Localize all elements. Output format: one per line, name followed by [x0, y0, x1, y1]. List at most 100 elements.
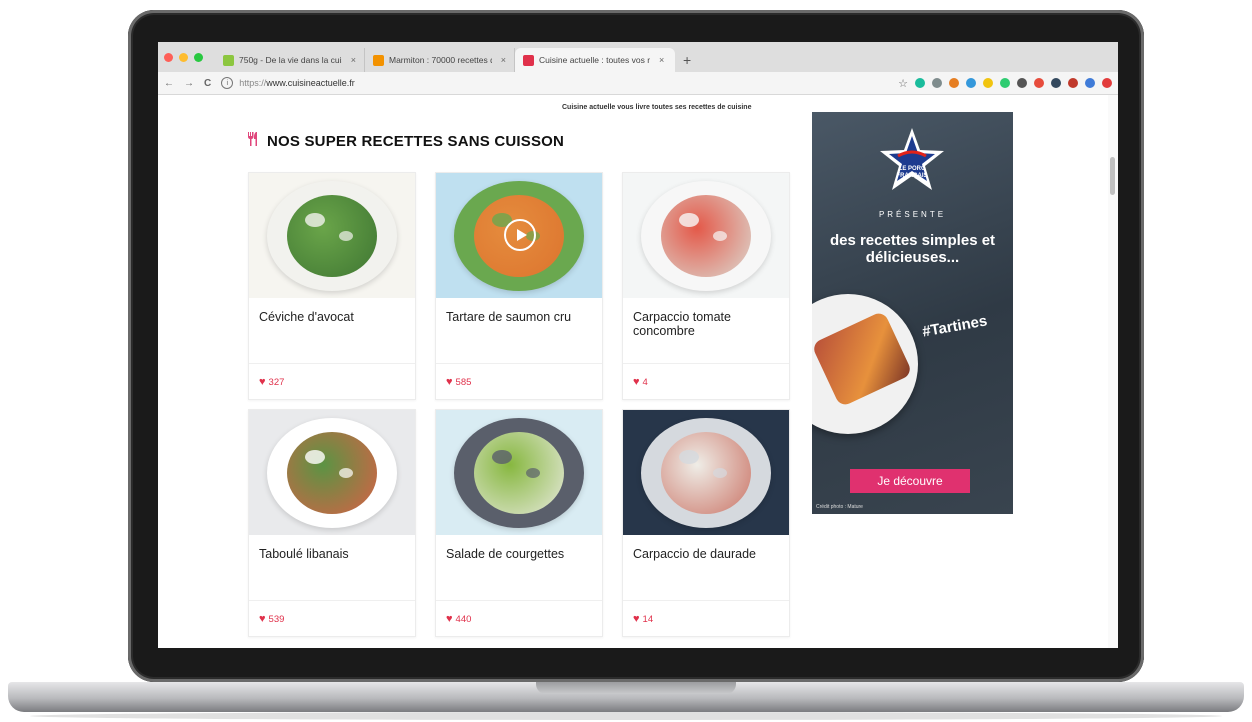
tab-title: Marmiton : 70000 recettes de — [389, 55, 492, 65]
extension-icon[interactable] — [915, 78, 925, 88]
minimize-window-icon[interactable] — [179, 52, 188, 62]
ad-banner[interactable]: LE PORC FRANÇAIS PRÉSENTE des recettes s… — [812, 112, 1013, 514]
recipe-photo[interactable] — [436, 173, 602, 298]
brand-name: LE PORC FRANÇAIS — [882, 166, 942, 180]
likes-count: 327 — [268, 376, 285, 388]
close-tab-icon[interactable]: × — [659, 55, 664, 65]
extension-icon[interactable] — [1068, 78, 1078, 88]
site-tagline: Cuisine actuelle vous livre toutes ses r… — [562, 104, 752, 111]
extension-icon[interactable] — [966, 78, 976, 88]
close-window-icon[interactable] — [164, 52, 173, 62]
card-divider — [436, 600, 602, 601]
window-controls — [164, 42, 203, 72]
tab-favicon-icon — [223, 54, 234, 66]
back-icon[interactable]: ← — [164, 78, 174, 89]
scrollbar-thumb[interactable] — [1110, 157, 1115, 195]
recipe-likes[interactable]: ♥ 539 — [259, 613, 284, 625]
heart-icon[interactable]: ♥ — [446, 613, 453, 625]
heart-icon[interactable]: ♥ — [259, 376, 266, 388]
heart-icon[interactable]: ♥ — [446, 376, 453, 388]
recipe-photo[interactable] — [249, 173, 415, 298]
ad-hashtag: #Tartines — [921, 312, 989, 341]
section-title-text: NOS SUPER RECETTES SANS CUISSON — [267, 132, 565, 150]
address-bar[interactable]: i https://www.cuisineactuelle.fr — [221, 77, 898, 89]
recipe-likes[interactable]: ♥ 440 — [446, 613, 471, 625]
tab-favicon-icon — [523, 54, 534, 66]
url-host: www.cuisineactuelle.fr — [266, 78, 355, 88]
recipe-card[interactable]: Taboulé libanais ♥ 539 — [248, 409, 416, 637]
le-porc-francais-logo — [880, 128, 944, 190]
recipe-card[interactable]: Carpaccio de daurade ♥ 14 — [622, 409, 790, 637]
tab-favicon-icon — [373, 54, 384, 66]
recipe-card[interactable]: Carpaccio tomate concombre ♥ 4 — [622, 172, 790, 400]
browser-tab[interactable]: 750g - De la vie dans la cuisin × — [215, 48, 365, 72]
extension-icon[interactable] — [1000, 78, 1010, 88]
address-toolbar: ← → C i https://www.cuisineactuelle.fr ☆ — [158, 72, 1118, 95]
tab-title: Cuisine actuelle : toutes vos r — [539, 55, 651, 65]
recipe-name[interactable]: Tartare de saumon cru — [446, 310, 592, 324]
recipe-name[interactable]: Salade de courgettes — [446, 547, 592, 561]
card-divider — [623, 363, 789, 364]
extension-icon[interactable] — [1102, 78, 1112, 88]
je-decouvre-button[interactable]: Je découvre — [850, 469, 970, 493]
laptop-shadow — [30, 712, 1222, 720]
new-tab-button[interactable]: + — [675, 48, 699, 72]
page-scrollbar[interactable] — [1108, 95, 1118, 648]
tab-title: 750g - De la vie dans la cuisin — [239, 55, 342, 65]
extension-icon[interactable] — [932, 78, 942, 88]
tab-bar: 750g - De la vie dans la cuisin × Marmiton… — [158, 42, 1118, 72]
extension-icon[interactable] — [1051, 78, 1061, 88]
extension-icon[interactable] — [983, 78, 993, 88]
ad-photo-credit: Crédit photo : Mature — [816, 504, 863, 510]
maximize-window-icon[interactable] — [194, 52, 203, 62]
forward-icon[interactable]: → — [184, 78, 194, 89]
recipe-photo[interactable] — [623, 173, 789, 298]
recipe-photo[interactable] — [436, 410, 602, 535]
ad-headline: des recettes simples et délicieuses... — [829, 232, 996, 266]
recipe-likes[interactable]: ♥ 327 — [259, 376, 284, 388]
recipe-card[interactable]: Céviche d'avocat ♥ 327 — [248, 172, 416, 400]
card-divider — [249, 600, 415, 601]
bookmark-star-icon[interactable]: ☆ — [898, 77, 908, 90]
url-protocol: https:// — [239, 78, 267, 88]
browser-tab[interactable]: Cuisine actuelle : toutes vos r × — [515, 48, 675, 72]
heart-icon[interactable]: ♥ — [633, 613, 640, 625]
extension-icon[interactable] — [1017, 78, 1027, 88]
heart-icon[interactable]: ♥ — [259, 613, 266, 625]
recipe-name[interactable]: Taboulé libanais — [259, 547, 405, 561]
brand-line-1: LE PORC — [898, 166, 926, 172]
recipe-card[interactable]: Tartare de saumon cru ♥ 585 — [435, 172, 603, 400]
likes-count: 440 — [455, 613, 472, 625]
card-divider — [436, 363, 602, 364]
recipe-card[interactable]: Salade de courgettes ♥ 440 — [435, 409, 603, 637]
reload-icon[interactable]: C — [204, 78, 211, 89]
recipe-likes[interactable]: ♥ 4 — [633, 376, 648, 388]
recipe-name[interactable]: Carpaccio de daurade — [633, 547, 779, 561]
browser-tab[interactable]: Marmiton : 70000 recettes de × — [365, 48, 515, 72]
ad-presente: PRÉSENTE — [878, 210, 947, 219]
site-info-icon[interactable]: i — [221, 77, 234, 89]
laptop-notch — [536, 682, 736, 694]
likes-count: 14 — [642, 613, 654, 625]
fork-knife-icon — [246, 131, 260, 151]
extension-icon[interactable] — [1085, 78, 1095, 88]
likes-count: 539 — [268, 613, 285, 625]
card-divider — [623, 600, 789, 601]
recipe-likes[interactable]: ♥ 585 — [446, 376, 471, 388]
recipe-name[interactable]: Céviche d'avocat — [259, 310, 405, 324]
play-video-icon[interactable] — [504, 219, 536, 251]
extensions-area: ☆ — [898, 77, 1112, 90]
recipe-photo[interactable] — [249, 410, 415, 535]
recipe-photo[interactable] — [623, 410, 789, 535]
close-tab-icon[interactable]: × — [351, 55, 356, 65]
likes-count: 585 — [455, 376, 472, 388]
recipe-name[interactable]: Carpaccio tomate concombre — [633, 310, 779, 338]
browser-window: 750g - De la vie dans la cuisin × Marmiton… — [158, 42, 1118, 648]
extension-icon[interactable] — [1034, 78, 1044, 88]
recipe-likes[interactable]: ♥ 14 — [633, 613, 653, 625]
close-tab-icon[interactable]: × — [501, 55, 506, 65]
extension-icon[interactable] — [949, 78, 959, 88]
heart-icon[interactable]: ♥ — [633, 376, 640, 388]
section-title: NOS SUPER RECETTES SANS CUISSON — [246, 131, 564, 151]
card-divider — [249, 363, 415, 364]
